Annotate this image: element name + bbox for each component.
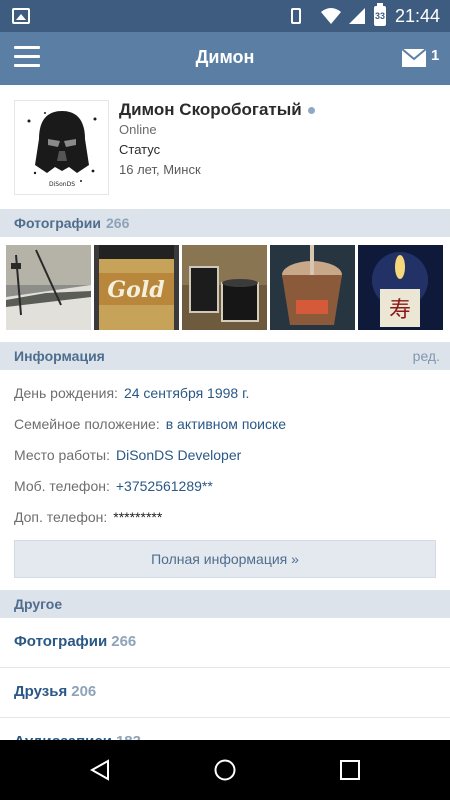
- battery-level: 33: [374, 11, 385, 21]
- list-item-photos[interactable]: Фотографии 266: [0, 618, 450, 668]
- back-icon[interactable]: [88, 758, 112, 782]
- avatar[interactable]: DiSonDS: [14, 100, 109, 195]
- photos-count: 266: [106, 215, 130, 231]
- info-row-extra-phone: Доп. телефон: *********: [14, 509, 162, 525]
- other-section-header: Другое: [0, 590, 450, 618]
- info-value[interactable]: 24 сентября 1998 г.: [124, 385, 249, 401]
- battery-icon: 33: [374, 3, 386, 26]
- profile-header: DiSonDS Димон Скоробогатый Online Статус…: [0, 85, 450, 209]
- svg-text:Gold: Gold: [107, 277, 164, 303]
- photo-strip: Gold 寿: [0, 237, 450, 340]
- list-item-friends[interactable]: Друзья 206: [0, 668, 450, 718]
- section-title: Другое: [14, 596, 63, 612]
- edit-link[interactable]: ред.: [413, 348, 440, 364]
- full-info-button[interactable]: Полная информация »: [14, 540, 436, 578]
- clock: 21:44: [395, 6, 441, 26]
- online-indicator: [307, 107, 315, 115]
- message-count-badge[interactable]: 1: [431, 47, 439, 64]
- vibrate-icon: [291, 8, 301, 24]
- info-label: Моб. телефон:: [14, 478, 110, 494]
- info-section-header: Информация ред.: [0, 342, 450, 370]
- photo-thumbnail-drinks[interactable]: [182, 245, 267, 330]
- signal-icon: [349, 8, 365, 24]
- recent-apps-icon[interactable]: [338, 758, 362, 782]
- info-value: *********: [113, 509, 163, 525]
- list-item-count: 206: [71, 683, 97, 700]
- info-label: Место работы:: [14, 447, 110, 463]
- info-value[interactable]: в активном поиске: [166, 416, 286, 432]
- photo-thumbnail-gold-mine[interactable]: Gold: [94, 245, 179, 330]
- info-value[interactable]: +3752561289**: [116, 478, 213, 494]
- photo-thumbnail-candle[interactable]: 寿: [358, 245, 443, 330]
- section-title: Фотографии 266: [14, 215, 130, 231]
- info-panel: День рождения: 24 сентября 1998 г. Семейн…: [0, 370, 450, 590]
- online-status: Online: [119, 122, 157, 137]
- svg-text:寿: 寿: [389, 298, 411, 323]
- status-text[interactable]: Статус: [119, 142, 160, 157]
- info-label: День рождения:: [14, 385, 118, 401]
- age-location: 16 лет, Минск: [119, 162, 201, 177]
- list-item-label: Фотографии 266: [14, 633, 137, 650]
- screen: 33 21:44 Димон 1 DiSonDS Димон Скоробога…: [0, 0, 450, 800]
- section-title: Информация: [14, 348, 105, 364]
- wifi-icon: [321, 8, 341, 24]
- system-nav-bar: [0, 740, 450, 800]
- profile-name: Димон Скоробогатый: [119, 100, 315, 120]
- gallery-icon: [12, 8, 30, 24]
- info-label: Доп. телефон:: [14, 509, 108, 525]
- photos-section-header[interactable]: Фотографии 266: [0, 209, 450, 237]
- avatar-logo-text: DiSonDS: [49, 181, 75, 188]
- app-top-bar: Димон 1: [0, 32, 450, 85]
- mail-icon[interactable]: [402, 49, 426, 67]
- list-item-count: 266: [111, 633, 137, 650]
- list-item-label: Друзья 206: [14, 683, 97, 700]
- photo-thumbnail-chocolate-drink[interactable]: [270, 245, 355, 330]
- home-icon[interactable]: [213, 758, 237, 782]
- info-value[interactable]: DiSonDS Developer: [116, 447, 241, 463]
- info-row-workplace: Место работы: DiSonDS Developer: [14, 447, 241, 463]
- info-row-relationship: Семейное положение: в активном поиске: [14, 416, 286, 432]
- page-title: Димон: [195, 47, 255, 67]
- info-label: Семейное положение:: [14, 416, 160, 432]
- darth-vader-avatar-image: DiSonDS: [15, 101, 108, 194]
- info-row-mobile-phone: Моб. телефон: +3752561289**: [14, 478, 213, 494]
- photo-thumbnail-ski-slope[interactable]: [6, 245, 91, 330]
- info-row-birthday: День рождения: 24 сентября 1998 г.: [14, 385, 249, 401]
- status-bar: 33 21:44: [0, 0, 450, 32]
